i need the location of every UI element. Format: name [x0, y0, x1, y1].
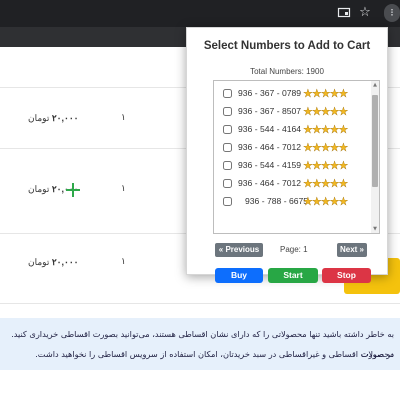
phone-number: 936 - 788 - 6675 — [245, 196, 309, 206]
rating-stars-icon: ★★★★★ — [303, 177, 349, 190]
previous-page-button[interactable]: « Previous — [215, 243, 263, 257]
stop-button[interactable]: Stop — [322, 268, 371, 283]
item-checkbox[interactable] — [223, 107, 232, 116]
start-button[interactable]: Start — [268, 268, 318, 283]
cast-icon[interactable] — [337, 6, 351, 20]
rating-stars-icon: ★★★★★ — [303, 105, 349, 118]
row-price: ۲۰,۰۰۰ تومان — [28, 257, 79, 267]
item-checkbox[interactable] — [223, 125, 232, 134]
browser-toolbar: ☆ ⁝ — [0, 0, 400, 27]
phone-number: 936 - 367 - 0789 — [238, 88, 302, 98]
list-item[interactable]: 936 - 788 - 6675 ★★★★★ — [214, 194, 364, 210]
list-item[interactable]: 936 - 544 - 4164 ★★★★★ — [214, 122, 364, 138]
row-quantity: ۱ — [121, 257, 126, 267]
item-checkbox[interactable] — [223, 89, 232, 98]
scroll-up-icon[interactable]: ▲ — [372, 81, 378, 89]
rating-stars-icon: ★★★★★ — [303, 141, 349, 154]
list-item[interactable]: 936 - 544 - 4159 ★★★★★ — [214, 158, 364, 174]
phone-number: 936 - 464 - 7012 — [238, 142, 302, 152]
rating-stars-icon: ★★★★★ — [303, 87, 349, 100]
list-item[interactable]: 936 - 367 - 0789 ★★★★★ — [214, 86, 364, 102]
next-page-button[interactable]: Next » — [337, 243, 367, 257]
phone-number: 936 - 544 - 4159 — [238, 160, 302, 170]
divider — [0, 303, 400, 304]
scrollbar-thumb[interactable] — [372, 95, 378, 187]
popup-title: Select Numbers to Add to Cart — [203, 40, 371, 52]
extension-icon[interactable]: ⁝ — [384, 4, 400, 22]
rating-stars-icon: ★★★★★ — [303, 123, 349, 136]
scroll-down-icon[interactable]: ▼ — [372, 225, 378, 233]
item-checkbox[interactable] — [223, 197, 232, 206]
extension-popup: Select Numbers to Add to Cart Total Numb… — [186, 27, 388, 283]
page-indicator: Page: 1 — [280, 245, 308, 254]
rating-stars-icon: ★★★★★ — [303, 195, 349, 208]
star-icon[interactable]: ☆ — [358, 6, 372, 20]
list-item[interactable]: 936 - 464 - 7012 ★★★★★ — [214, 140, 364, 156]
row-quantity: ۱ — [121, 113, 126, 123]
rating-stars-icon: ★★★★★ — [303, 159, 349, 172]
list-item[interactable]: 936 - 367 - 8507 ★★★★★ — [214, 104, 364, 120]
phone-number: 936 - 367 - 8507 — [238, 106, 302, 116]
item-checkbox[interactable] — [223, 161, 232, 170]
list-item[interactable]: 936 - 464 - 7012 ★★★★★ — [214, 176, 364, 192]
phone-number: 936 - 544 - 4164 — [238, 124, 302, 134]
list-scrollbar[interactable]: ▲ ▼ — [371, 81, 379, 233]
installment-notice: به خاطر داشته باشید تنها محصولاتی را که … — [0, 318, 400, 370]
row-quantity: ۱ — [121, 184, 126, 194]
buy-button[interactable]: Buy — [215, 268, 263, 283]
total-count: Total Numbers: 1900 — [250, 67, 324, 76]
notice-line: محصولات اقساطی و غیراقساطی در سبد خریدتا… — [35, 349, 394, 359]
row-price: ۲۰,۰۰۰ تومان — [28, 113, 79, 123]
number-list[interactable]: 936 - 367 - 0789 ★★★★★ 936 - 367 - 8507 … — [213, 80, 380, 234]
item-checkbox[interactable] — [223, 143, 232, 152]
phone-number: 936 - 464 - 7012 — [238, 178, 302, 188]
cursor-crosshair-icon — [66, 183, 80, 197]
item-checkbox[interactable] — [223, 179, 232, 188]
